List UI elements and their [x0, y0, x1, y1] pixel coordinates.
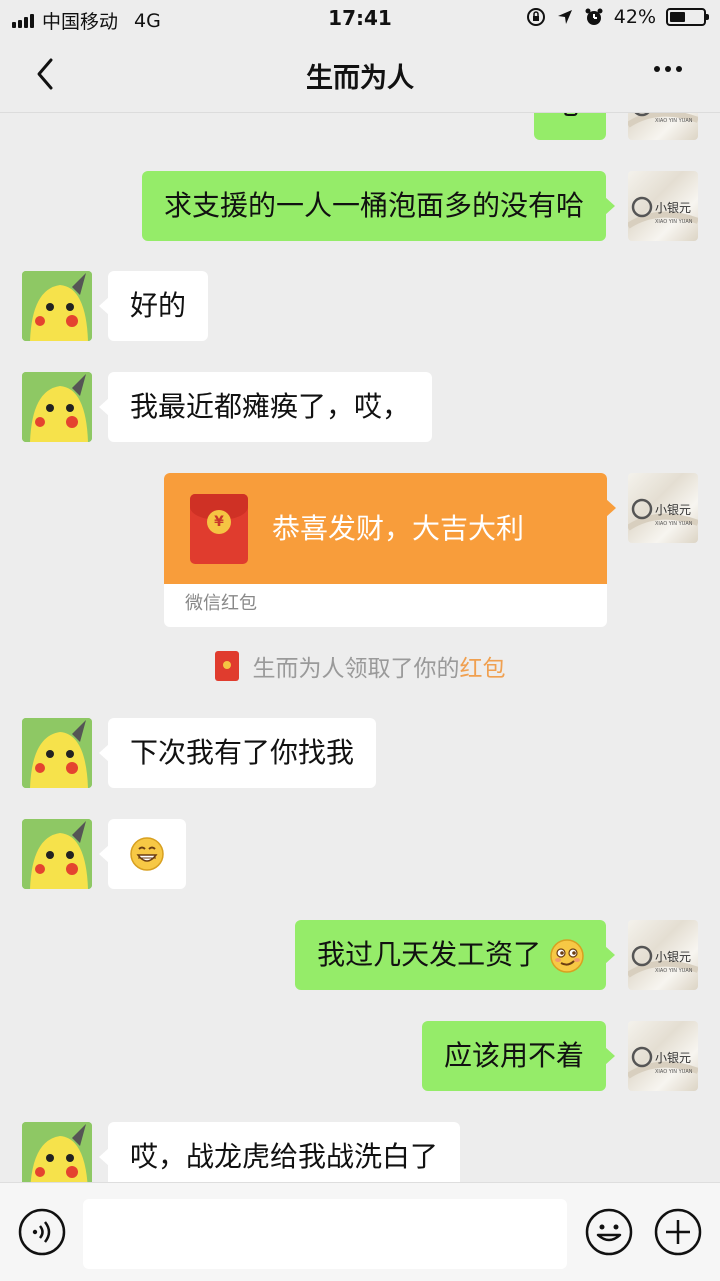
status-right: 42% — [526, 6, 709, 28]
message-bubble-other[interactable]: 我最近都瘫痪了，哎， — [98, 372, 433, 442]
message-text: 好的 — [130, 289, 187, 322]
avatar-brand: 小银元 — [655, 113, 691, 114]
emoji-picker-icon[interactable] — [584, 1207, 634, 1257]
red-packet-card[interactable]: ¥ 恭喜发财，大吉大利 微信红包 — [164, 473, 607, 627]
location-icon — [557, 10, 572, 24]
red-packet-body: ¥ 恭喜发财，大吉大利 — [164, 473, 607, 584]
chat-title: 生而为人 — [306, 63, 414, 94]
avatar-brand-en: XIAO YIN YUAN — [655, 968, 693, 974]
battery-icon — [666, 8, 709, 26]
pikachu-avatar — [22, 372, 92, 442]
avatar-logo: 小银元 XIAO YIN YUAN — [628, 498, 698, 531]
avatar-brand-en: XIAO YIN YUAN — [655, 1069, 693, 1075]
grin-emoji-icon — [130, 837, 164, 871]
message-bubble-self[interactable]: 我过几天发工资了 — [295, 920, 615, 990]
message-bubble-other[interactable]: 下次我有了你找我 — [98, 718, 377, 788]
avatar-brand-en: XIAO YIN YUAN — [655, 219, 693, 225]
message-bubble-self[interactable]: 应该用不着 — [421, 1021, 616, 1091]
pikachu-avatar — [22, 819, 92, 889]
smirk-emoji-icon — [550, 939, 584, 973]
alarm-icon — [585, 8, 603, 25]
pikachu-avatar — [22, 718, 92, 788]
pikachu-avatar — [22, 1122, 92, 1182]
contact-avatar[interactable] — [22, 819, 92, 889]
system-notice-text: 生而为人领取了你的 — [252, 656, 460, 682]
red-envelope-icon: ¥ — [190, 494, 248, 564]
contact-avatar[interactable] — [22, 271, 92, 341]
message-text: 心 — [556, 113, 584, 121]
message-bubble-self[interactable]: 心 — [533, 113, 616, 140]
chat-area[interactable]: 心 小银元 XIAO YIN YUAN 求支援的一人一桶泡面多的没有哈 小银元 XI… — [0, 113, 720, 1182]
message-bubble-self[interactable]: 求支援的一人一桶泡面多的没有哈 — [141, 171, 616, 241]
self-avatar[interactable]: 小银元 XIAO YIN YUAN — [628, 473, 698, 543]
message-bubble-other[interactable] — [99, 819, 186, 889]
message-text: 我过几天发工资了 — [317, 938, 542, 971]
message-text: 我最近都瘫痪了，哎， — [130, 390, 411, 423]
self-avatar[interactable]: 小银元 XIAO YIN YUAN — [628, 171, 698, 241]
avatar-logo: 小银元 XIAO YIN YUAN — [628, 1046, 698, 1079]
self-avatar[interactable]: 小银元 XIAO YIN YUAN — [628, 1021, 698, 1091]
message-text: 哎，战龙虎给我战洗白了 — [130, 1140, 439, 1173]
avatar-brand-en: XIAO YIN YUAN — [655, 118, 693, 124]
message-bubble-other[interactable]: 哎，战龙虎给我战洗白了 — [98, 1122, 461, 1182]
status-bar: 中国移动 4G 17:41 42% — [0, 0, 720, 36]
self-avatar[interactable]: 小银元 XIAO YIN YUAN — [628, 113, 698, 140]
avatar-logo: 小银元 XIAO YIN YUAN — [628, 945, 698, 978]
contact-avatar[interactable] — [22, 1122, 92, 1182]
avatar-logo: 小银元 XIAO YIN YUAN — [628, 113, 698, 128]
message-text: 下次我有了你找我 — [130, 736, 355, 769]
pikachu-avatar — [22, 271, 92, 341]
bubble-tail — [606, 499, 616, 517]
message-bubble-other[interactable]: 好的 — [98, 271, 209, 341]
avatar-brand: 小银元 — [655, 201, 691, 215]
avatar-brand-en: XIAO YIN YUAN — [655, 521, 693, 527]
rotation-lock-icon — [526, 8, 545, 26]
message-text: 应该用不着 — [443, 1039, 584, 1072]
plus-icon[interactable] — [653, 1207, 703, 1257]
red-packet-link[interactable]: 红包 — [460, 656, 506, 682]
avatar-logo: 小银元 XIAO YIN YUAN — [628, 196, 698, 229]
battery-percent: 42% — [613, 6, 656, 28]
red-packet-icon — [214, 651, 239, 681]
message-text: 求支援的一人一桶泡面多的没有哈 — [163, 189, 584, 222]
voice-icon[interactable] — [17, 1207, 67, 1257]
contact-avatar[interactable] — [22, 372, 92, 442]
avatar-brand: 小银元 — [655, 1051, 691, 1065]
nav-bar: 生而为人 — [0, 36, 720, 113]
message-input[interactable] — [83, 1199, 567, 1269]
more-icon[interactable] — [654, 66, 682, 72]
red-packet-greeting: 恭喜发财，大吉大利 — [272, 512, 525, 545]
red-packet-footer: 微信红包 — [185, 593, 257, 614]
input-bar — [0, 1182, 720, 1281]
contact-avatar[interactable] — [22, 718, 92, 788]
avatar-brand: 小银元 — [655, 950, 691, 964]
avatar-brand: 小银元 — [655, 503, 691, 517]
system-notice: 生而为人领取了你的红包 — [0, 649, 720, 683]
self-avatar[interactable]: 小银元 XIAO YIN YUAN — [628, 920, 698, 990]
